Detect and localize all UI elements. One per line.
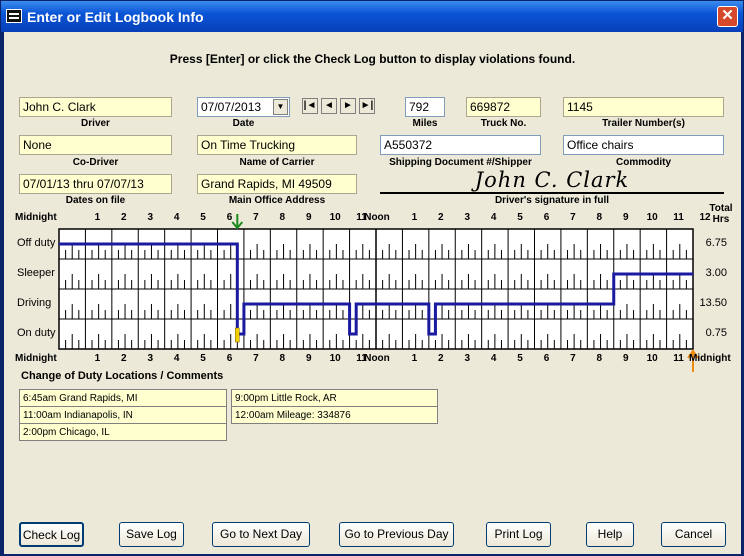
driver-field[interactable]: John C. Clark — [19, 97, 172, 117]
location-entry[interactable]: 6:45am Grand Rapids, MI — [19, 389, 227, 407]
bottom-hour-label: 10 — [646, 353, 658, 364]
bottom-hour-label: 3 — [464, 353, 471, 364]
next-day-arrow-button[interactable]: ► — [340, 98, 356, 114]
driver-signature[interactable]: John C. Clark — [380, 167, 724, 194]
dialog-body: Press [Enter] or click the Check Log but… — [4, 32, 741, 554]
app-icon — [6, 9, 22, 23]
dates-on-file-field: 07/01/13 thru 07/07/13 — [19, 174, 172, 194]
bottom-hour-label: 6 — [226, 353, 233, 364]
window-title: Enter or Edit Logbook Info — [27, 9, 204, 25]
bottom-hour-label: 5 — [517, 353, 523, 364]
cancel-button[interactable]: Cancel — [661, 522, 726, 547]
locations-header: Change of Duty Locations / Comments — [21, 370, 224, 382]
bottom-hour-label: Midnight — [689, 353, 731, 364]
bottom-hour-label: 2 — [438, 353, 444, 364]
instruction-text: Press [Enter] or click the Check Log but… — [169, 52, 576, 66]
start-marker-arrow-icon[interactable] — [231, 214, 244, 230]
office-address-label: Main Office Address — [228, 195, 326, 206]
bottom-hour-label: 9 — [622, 353, 629, 364]
date-select[interactable]: 07/07/2013 ▼ — [197, 97, 290, 117]
truck-no-field[interactable]: 669872 — [466, 97, 541, 117]
close-button[interactable]: ✕ — [717, 6, 738, 27]
location-entry[interactable]: 2:00pm Chicago, IL — [19, 423, 227, 441]
miles-label: Miles — [412, 118, 438, 129]
bottom-hour-label: 8 — [279, 353, 286, 364]
date-value: 07/07/2013 — [201, 100, 262, 114]
dates-on-file-label: Dates on file — [65, 195, 126, 206]
bottom-hour-label: 1 — [94, 353, 101, 364]
print-log-button[interactable]: Print Log — [486, 522, 551, 547]
help-button[interactable]: Help — [586, 522, 634, 547]
duty-status-grid[interactable] — [4, 212, 741, 372]
bottom-hour-label: 6 — [543, 353, 550, 364]
miles-field[interactable]: 792 — [405, 97, 445, 117]
bottom-hour-label: 5 — [200, 353, 206, 364]
first-day-button[interactable]: |◄ — [302, 98, 318, 114]
shipping-document-field[interactable]: A550372 — [380, 135, 541, 155]
bottom-hour-label: 7 — [570, 353, 576, 364]
bottom-hour-label: 11 — [673, 353, 684, 364]
commodity-field[interactable]: Office chairs — [563, 135, 724, 155]
logbook-window: Enter or Edit Logbook Info ✕ Press [Ente… — [0, 0, 744, 556]
date-label: Date — [232, 118, 255, 129]
bottom-hour-label: Midnight — [15, 353, 57, 364]
bottom-hour-label: 3 — [147, 353, 154, 364]
title-bar: Enter or Edit Logbook Info ✕ — [1, 1, 743, 32]
last-day-button[interactable]: ►| — [359, 98, 375, 114]
office-address-field[interactable]: Grand Rapids, MI 49509 — [197, 174, 357, 194]
previous-day-arrow-button[interactable]: ◄ — [321, 98, 337, 114]
bottom-hour-label: Noon — [364, 353, 390, 364]
location-entry[interactable]: 12:00am Mileage: 334876 — [231, 406, 438, 424]
co-driver-field[interactable]: None — [19, 135, 172, 155]
bottom-hour-label: 7 — [253, 353, 259, 364]
check-log-button[interactable]: Check Log — [19, 522, 84, 547]
co-driver-label: Co-Driver — [72, 157, 119, 168]
on-duty-highlight — [235, 327, 240, 343]
chevron-down-icon[interactable]: ▼ — [273, 99, 288, 115]
bottom-hour-label: 10 — [329, 353, 341, 364]
bottom-hour-label: 4 — [173, 353, 180, 364]
bottom-hour-label: 8 — [596, 353, 603, 364]
bottom-hour-label: 4 — [490, 353, 497, 364]
previous-day-button[interactable]: Go to Previous Day — [339, 522, 454, 547]
truck-no-label: Truck No. — [480, 118, 527, 129]
driver-label: Driver — [81, 118, 110, 129]
bottom-hour-label: 1 — [411, 353, 418, 364]
carrier-label: Name of Carrier — [239, 157, 315, 168]
trailer-field[interactable]: 1145 — [563, 97, 724, 117]
save-log-button[interactable]: Save Log — [119, 522, 184, 547]
bottom-hour-label: 2 — [121, 353, 127, 364]
carrier-field[interactable]: On Time Trucking — [197, 135, 357, 155]
next-day-button[interactable]: Go to Next Day — [212, 522, 310, 547]
bottom-hour-label: 9 — [305, 353, 312, 364]
trailer-label: Trailer Number(s) — [602, 118, 685, 129]
location-entry[interactable]: 11:00am Indianapolis, IN — [19, 406, 227, 424]
signature-label: Driver's signature in full — [494, 195, 610, 206]
location-entry[interactable]: 9:00pm Little Rock, AR — [231, 389, 438, 407]
